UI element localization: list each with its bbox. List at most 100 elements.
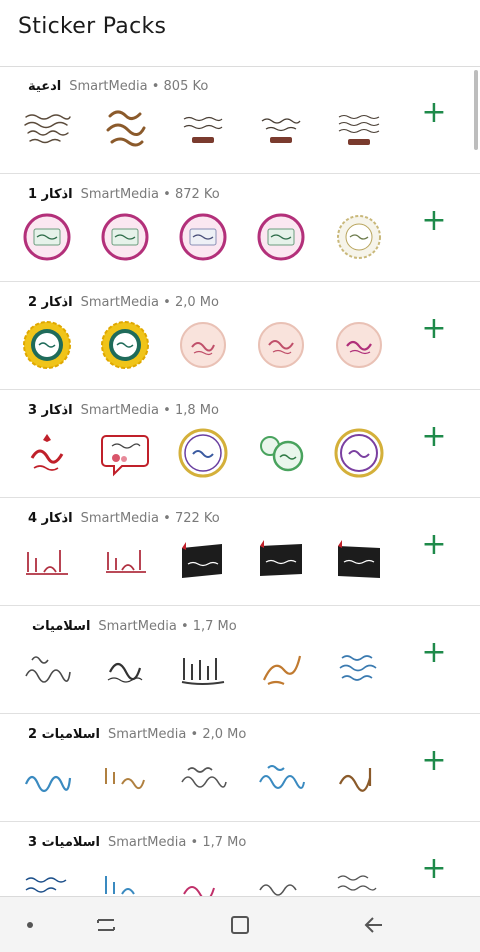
sticker-thumbnail bbox=[178, 212, 228, 262]
add-pack-button[interactable]: + bbox=[420, 314, 448, 344]
sticker-thumbnail bbox=[178, 860, 228, 896]
pack-size: 1,8 Mo bbox=[174, 402, 219, 418]
pack-size: 805 Ko bbox=[163, 78, 209, 94]
sticker-thumbnail bbox=[22, 212, 72, 262]
dot-icon[interactable] bbox=[16, 911, 44, 939]
sticker-thumbnail bbox=[100, 644, 150, 694]
add-pack-button[interactable]: + bbox=[420, 206, 448, 236]
pack-publisher: SmartMedia bbox=[107, 834, 187, 850]
sticker-pack-row[interactable]: اذكار 3 SmartMedia • 1,8 Mo + bbox=[0, 390, 480, 498]
pack-name: اسلاميات 3 bbox=[28, 834, 100, 850]
pack-header: اسلاميات 2 SmartMedia • 2,0 Mo bbox=[28, 724, 246, 744]
pack-meta: SmartMedia • 872 Ko bbox=[81, 187, 220, 202]
meta-separator: • bbox=[163, 186, 171, 202]
sticker-thumbnail bbox=[22, 104, 72, 154]
sticker-thumbnail bbox=[256, 536, 306, 586]
meta-separator: • bbox=[190, 834, 199, 850]
sticker-thumbnail bbox=[334, 428, 384, 478]
sticker-thumbnail bbox=[178, 536, 228, 586]
sticker-pack-row[interactable]: اسلاميات 2 SmartMedia • 2,0 Mo + bbox=[0, 714, 480, 822]
add-pack-button[interactable]: + bbox=[420, 422, 448, 452]
sticker-previews bbox=[22, 642, 402, 702]
sticker-pack-row[interactable]: اذكار 4 SmartMedia • 722 Ko + bbox=[0, 498, 480, 606]
pack-size: 2,0 Mo bbox=[202, 726, 247, 742]
sticker-pack-row[interactable]: اسلاميات SmartMedia • 1,7 Mo + bbox=[0, 606, 480, 714]
sticker-thumbnail bbox=[100, 752, 150, 802]
pack-name: اذكار 4 bbox=[28, 510, 73, 526]
sticker-thumbnail bbox=[256, 752, 306, 802]
sticker-previews bbox=[22, 426, 402, 486]
sticker-pack-row[interactable]: اذكار 2 SmartMedia • 2,0 Mo + bbox=[0, 282, 480, 390]
pack-header: اسلاميات 3 SmartMedia • 1,7 Mo bbox=[28, 832, 246, 852]
pack-name: اذكار 3 bbox=[28, 402, 73, 418]
sticker-thumbnail bbox=[334, 644, 384, 694]
pack-name: اذكار 2 bbox=[28, 294, 73, 310]
add-pack-button[interactable]: + bbox=[420, 638, 448, 668]
sticker-thumbnail bbox=[100, 212, 150, 262]
sticker-thumbnail bbox=[22, 536, 72, 586]
pack-name: اذكار 1 bbox=[28, 186, 73, 202]
sticker-thumbnail bbox=[334, 752, 384, 802]
recent-apps-icon[interactable] bbox=[92, 911, 120, 939]
pack-name: ادعية bbox=[28, 78, 62, 94]
app-bar: Sticker Packs bbox=[0, 0, 480, 58]
pack-header: اذكار 1 SmartMedia • 872 Ko bbox=[28, 184, 220, 204]
meta-separator: • bbox=[151, 78, 160, 94]
sticker-thumbnail bbox=[100, 428, 150, 478]
meta-separator: • bbox=[163, 294, 171, 310]
sticker-thumbnail bbox=[100, 536, 150, 586]
sticker-pack-row[interactable]: اذكار 1 SmartMedia • 872 Ko + bbox=[0, 174, 480, 282]
pack-size: 1,7 Mo bbox=[202, 834, 247, 850]
pack-header: اذكار 2 SmartMedia • 2,0 Mo bbox=[28, 292, 219, 312]
sticker-thumbnail bbox=[178, 644, 228, 694]
pack-publisher: SmartMedia bbox=[98, 618, 177, 634]
pack-header: اذكار 4 SmartMedia • 722 Ko bbox=[28, 508, 220, 528]
sticker-previews bbox=[22, 534, 402, 594]
pack-publisher: SmartMedia bbox=[80, 186, 160, 202]
pack-header: اسلاميات SmartMedia • 1,7 Mo bbox=[32, 616, 237, 636]
add-pack-button[interactable]: + bbox=[420, 98, 448, 128]
add-pack-button[interactable]: + bbox=[420, 746, 448, 776]
sticker-thumbnail bbox=[178, 752, 228, 802]
pack-meta: SmartMedia • 805 Ko bbox=[69, 79, 208, 94]
back-icon[interactable] bbox=[360, 911, 388, 939]
sticker-pack-list[interactable]: ادعية SmartMedia • 805 Ko + اذكار 1 Smar… bbox=[0, 66, 480, 896]
sticker-thumbnail bbox=[22, 860, 72, 896]
scrollbar[interactable] bbox=[474, 70, 478, 150]
sticker-thumbnail bbox=[256, 104, 306, 154]
sticker-thumbnail bbox=[22, 320, 72, 370]
sticker-thumbnail bbox=[334, 320, 384, 370]
pack-meta: SmartMedia • 722 Ko bbox=[81, 511, 220, 526]
pack-meta: SmartMedia • 2,0 Mo bbox=[108, 727, 246, 742]
sticker-thumbnail bbox=[22, 644, 72, 694]
sticker-thumbnail bbox=[22, 428, 72, 478]
pack-publisher: SmartMedia bbox=[80, 294, 160, 310]
meta-separator: • bbox=[163, 402, 171, 418]
meta-separator: • bbox=[163, 510, 171, 526]
pack-size: 2,0 Mo bbox=[174, 294, 219, 310]
home-icon[interactable] bbox=[226, 911, 254, 939]
sticker-pack-row[interactable]: ادعية SmartMedia • 805 Ko + bbox=[0, 66, 480, 174]
sticker-previews bbox=[22, 858, 402, 896]
pack-size: 1,7 Mo bbox=[192, 618, 237, 634]
pack-name: اسلاميات 2 bbox=[28, 726, 100, 742]
sticker-thumbnail bbox=[334, 212, 384, 262]
add-pack-button[interactable]: + bbox=[420, 854, 448, 884]
sticker-thumbnail bbox=[178, 104, 228, 154]
pack-header: ادعية SmartMedia • 805 Ko bbox=[28, 76, 208, 96]
sticker-thumbnail bbox=[256, 320, 306, 370]
add-pack-button[interactable]: + bbox=[420, 530, 448, 560]
sticker-previews bbox=[22, 318, 402, 378]
pack-size: 872 Ko bbox=[174, 186, 220, 202]
system-navigation-bar bbox=[0, 896, 480, 952]
pack-publisher: SmartMedia bbox=[107, 726, 187, 742]
sticker-thumbnail bbox=[256, 428, 306, 478]
sticker-thumbnail bbox=[334, 860, 384, 896]
sticker-thumbnail bbox=[334, 104, 384, 154]
meta-separator: • bbox=[180, 618, 189, 634]
pack-publisher: SmartMedia bbox=[69, 78, 148, 94]
pack-header: اذكار 3 SmartMedia • 1,8 Mo bbox=[28, 400, 219, 420]
sticker-pack-row[interactable]: اسلاميات 3 SmartMedia • 1,7 Mo + bbox=[0, 822, 480, 896]
pack-publisher: SmartMedia bbox=[80, 510, 160, 526]
sticker-thumbnail bbox=[100, 320, 150, 370]
